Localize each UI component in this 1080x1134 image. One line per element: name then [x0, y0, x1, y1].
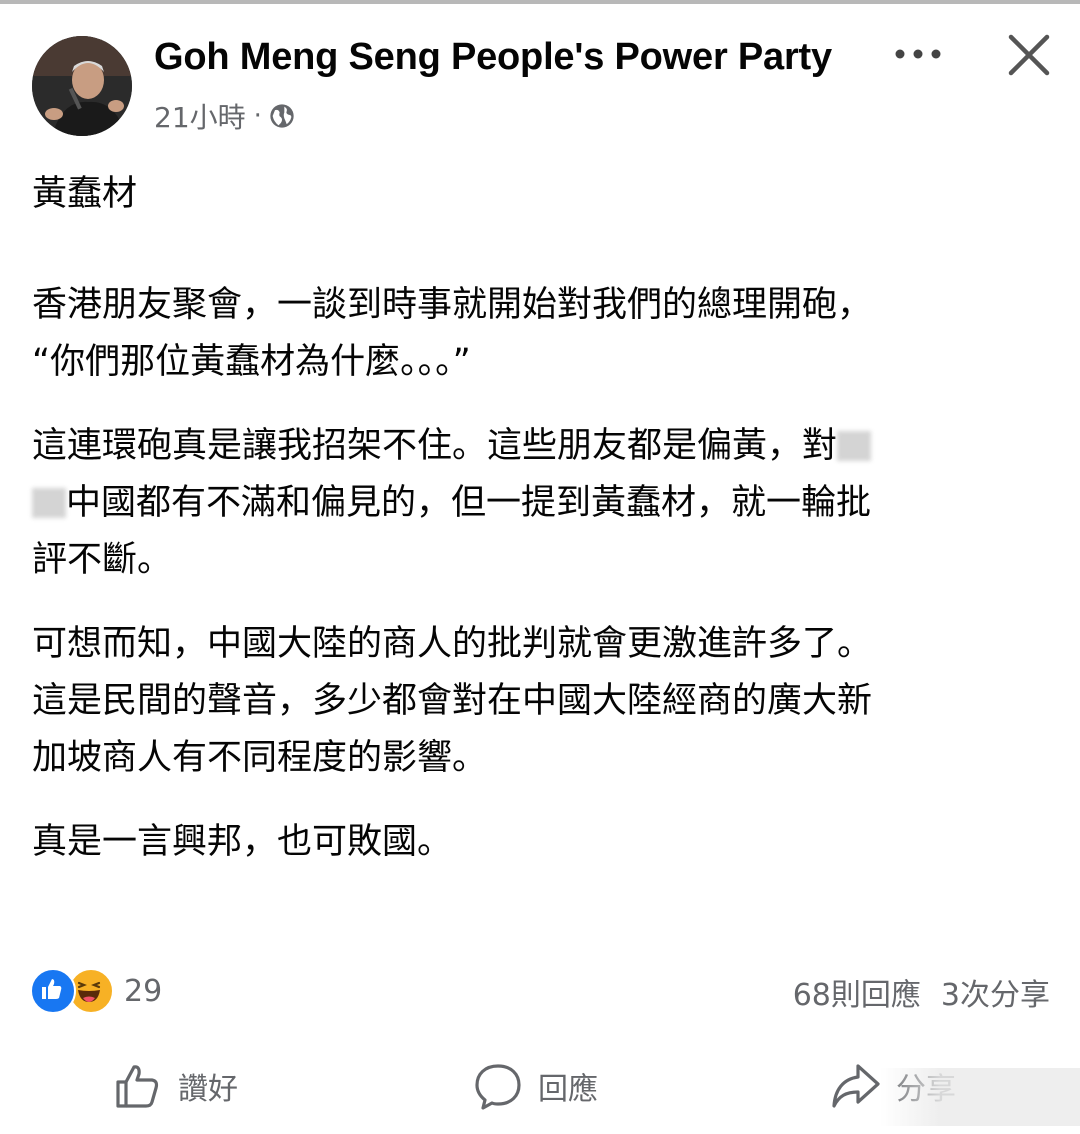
paragraph-1-line-2: “你們那位黃蠢材為什麼。。。”: [32, 342, 471, 382]
post-text: 黃蠢材 香港朋友聚會，一談到時事就開始對我們的總理開砲， “你們那位黃蠢材為什麼…: [32, 166, 1032, 898]
paragraph-3-line-1: 可想而知，中國大陸的商人的批判就會更激進許多了。: [32, 624, 873, 664]
paragraph-1-line-1: 香港朋友聚會，一談到時事就開始對我們的總理開砲，: [32, 285, 873, 325]
like-label: 讚好: [178, 1072, 238, 1107]
share-icon: [832, 1064, 880, 1108]
author-name[interactable]: Goh Meng Seng People's Power Party: [154, 36, 832, 79]
reactions-summary[interactable]: 29: [30, 968, 162, 1014]
paragraph-3: 可想而知，中國大陸的商人的批判就會更激進許多了。 這是民間的聲音，多少都會對在中…: [32, 616, 1032, 787]
post-stats: 29 68則回應 3次分享: [30, 966, 1050, 1014]
share-count[interactable]: 3次分享: [941, 970, 1050, 1014]
post-meta: 21小時 ·: [154, 98, 296, 134]
paragraph-2-line-2: 中國都有不滿和偏見的，但一提到黃蠢材，就一輪批: [66, 483, 872, 523]
comment-count[interactable]: 68則回應: [793, 970, 921, 1014]
comment-icon: [475, 1064, 521, 1110]
like-button[interactable]: 讚好: [112, 1058, 238, 1114]
post-time[interactable]: 21小時: [154, 96, 246, 136]
comment-button[interactable]: 回應: [472, 1058, 598, 1114]
more-options-icon[interactable]: [892, 40, 944, 68]
post-title: 黃蠢材: [32, 174, 138, 214]
paragraph-1: 香港朋友聚會，一談到時事就開始對我們的總理開砲， “你們那位黃蠢材為什麼。。。”: [32, 277, 1032, 391]
paragraph-2-line-1: 這連環砲真是讓我招架不住。這些朋友都是偏黃，對: [32, 426, 838, 466]
redacted-blur: [32, 488, 66, 518]
avatar[interactable]: [32, 36, 132, 136]
avatar-photo: [32, 36, 132, 136]
comment-label: 回應: [538, 1072, 598, 1107]
paragraph-2: 這連環砲真是讓我招架不住。這些朋友都是偏黃，對 中國都有不滿和偏見的，但一提到黃…: [32, 418, 1032, 589]
thumbs-up-icon: [116, 1065, 159, 1108]
paragraph-4: 真是一言興邦，也可敗國。: [32, 822, 453, 862]
paragraph-3-line-3: 加坡商人有不同程度的影響。: [32, 738, 488, 778]
paragraph-2-line-3: 評不斷。: [32, 540, 173, 580]
like-reaction-icon: [30, 968, 76, 1014]
engagement-counts: 68則回應 3次分享: [793, 970, 1050, 1014]
meta-separator: ·: [253, 101, 262, 131]
action-bar: 讚好 回應 分享: [0, 1046, 1080, 1126]
paragraph-3-line-2: 這是民間的聲音，多少都會對在中國大陸經商的廣大新: [32, 681, 873, 721]
post-header: Goh Meng Seng People's Power Party 21小時 …: [0, 0, 1080, 150]
close-icon[interactable]: [1006, 32, 1052, 78]
redacted-blur: [837, 431, 872, 461]
watermark-overlay: [880, 1068, 1080, 1126]
reaction-count: 29: [124, 973, 163, 1009]
globe-icon: [268, 102, 296, 130]
